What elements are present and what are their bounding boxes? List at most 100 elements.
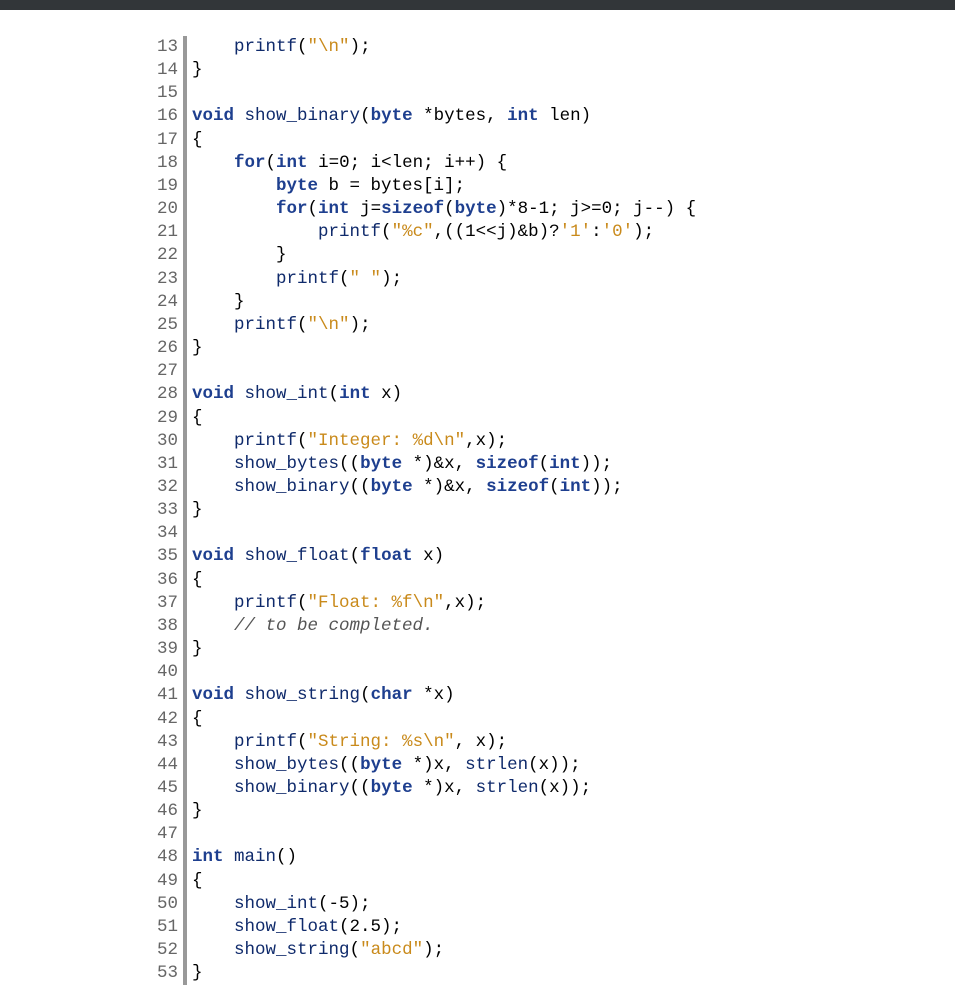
code-token: (x)); [539, 778, 592, 798]
code-line: printf("%c",((1<<j)&b)?'1':'0'); [192, 221, 933, 244]
code-token: *)x, [413, 778, 476, 798]
code-token: (( [350, 778, 371, 798]
code-token: } [192, 245, 287, 265]
code-token: ( [444, 199, 455, 219]
code-token [192, 431, 234, 451]
code-token: show_bytes [234, 755, 339, 775]
code-token: ( [297, 732, 308, 752]
line-number: 40 [152, 661, 181, 684]
code-token [192, 269, 276, 289]
line-number: 18 [152, 152, 181, 175]
code-token: } [192, 338, 203, 358]
code-line: // to be completed. [192, 615, 933, 638]
code-line: { [192, 870, 933, 893]
code-token: ( [539, 454, 550, 474]
code-line: void show_binary(byte *bytes, int len) [192, 105, 933, 128]
code-line: show_int(-5); [192, 893, 933, 916]
code-line: printf("\n"); [192, 36, 933, 59]
code-token: *)x, [402, 755, 465, 775]
line-number: 37 [152, 592, 181, 615]
code-token: } [192, 60, 203, 80]
code-token: ( [297, 315, 308, 335]
line-number: 41 [152, 684, 181, 707]
code-token: ( [297, 37, 308, 57]
code-token: ( [350, 546, 361, 566]
code-token: } [192, 639, 203, 659]
line-number: 52 [152, 939, 181, 962]
code-line: } [192, 499, 933, 522]
code-token [192, 593, 234, 613]
code-token: , x); [455, 732, 508, 752]
code-token: *bytes, [413, 106, 508, 126]
code-token: printf [276, 269, 339, 289]
code-token: for [276, 199, 308, 219]
code-token: *)&x, [413, 477, 487, 497]
line-number: 28 [152, 383, 181, 406]
line-number: 49 [152, 870, 181, 893]
code-line: { [192, 569, 933, 592]
code-token: (2.5); [339, 917, 402, 937]
code-line: printf("String: %s\n", x); [192, 731, 933, 754]
code-token: { [192, 130, 203, 150]
code-token [192, 778, 234, 798]
code-line: } [192, 291, 933, 314]
code-token: : [591, 222, 602, 242]
code-token: () [276, 847, 297, 867]
code-token: ); [633, 222, 654, 242]
code-line [192, 360, 933, 383]
code-token: strlen [465, 755, 528, 775]
code-token: for [234, 153, 266, 173]
code-token: "\n" [308, 37, 350, 57]
code-line: for(int j=sizeof(byte)*8-1; j>=0; j--) { [192, 198, 933, 221]
code-token: ,x); [444, 593, 486, 613]
code-token: x) [371, 384, 403, 404]
line-number: 30 [152, 430, 181, 453]
code-token: "Integer: %d\n" [308, 431, 466, 451]
line-number: 25 [152, 314, 181, 337]
code-token: ); [423, 940, 444, 960]
code-token: byte [371, 778, 413, 798]
line-number: 15 [152, 82, 181, 105]
line-number: 44 [152, 754, 181, 777]
code-token: *x) [413, 685, 455, 705]
code-line: int main() [192, 846, 933, 869]
code-token [192, 917, 234, 937]
code-token: (( [339, 755, 360, 775]
code-token: show_binary [234, 778, 350, 798]
code-token: { [192, 408, 203, 428]
line-number: 14 [152, 59, 181, 82]
line-number: 32 [152, 476, 181, 499]
code-line: show_bytes((byte *)x, strlen(x)); [192, 754, 933, 777]
line-number: 21 [152, 221, 181, 244]
code-token [234, 106, 245, 126]
code-token: int [507, 106, 539, 126]
code-token [224, 847, 235, 867]
code-token: byte [371, 477, 413, 497]
code-line [192, 823, 933, 846]
line-number: 16 [152, 105, 181, 128]
code-token: byte [276, 176, 318, 196]
code-token: show_int [234, 894, 318, 914]
code-token: (( [350, 477, 371, 497]
code-token: void [192, 106, 234, 126]
code-token [234, 384, 245, 404]
code-token: "\n" [308, 315, 350, 335]
line-number: 36 [152, 569, 181, 592]
code-token [234, 685, 245, 705]
code-body: printf("\n");} void show_binary(byte *by… [184, 36, 933, 985]
code-token: show_bytes [234, 454, 339, 474]
line-number: 20 [152, 198, 181, 221]
code-token: ( [549, 477, 560, 497]
code-token: byte [455, 199, 497, 219]
code-token [192, 315, 234, 335]
code-token: show_binary [234, 477, 350, 497]
line-number: 50 [152, 893, 181, 916]
code-line: } [192, 638, 933, 661]
code-line: printf("Float: %f\n",x); [192, 592, 933, 615]
code-line: } [192, 244, 933, 267]
code-line: } [192, 59, 933, 82]
code-token: printf [318, 222, 381, 242]
code-token: ( [360, 685, 371, 705]
code-token: // to be completed. [234, 616, 434, 636]
line-number: 31 [152, 453, 181, 476]
